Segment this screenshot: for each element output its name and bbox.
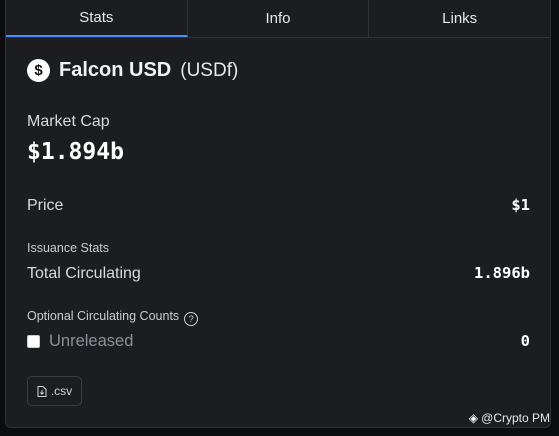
issuance-stats-title: Issuance Stats: [27, 241, 109, 255]
unreleased-row: Unreleased: [27, 332, 133, 351]
asset-name: Falcon USD: [59, 59, 172, 81]
total-circulating-label: Total Circulating: [27, 265, 141, 282]
help-icon[interactable]: ?: [184, 312, 199, 326]
binance-logo-icon: ◈: [468, 411, 479, 425]
market-cap-value: $1.894b: [27, 139, 124, 165]
price-label: Price: [27, 197, 64, 214]
total-circulating-value: 1.896b: [474, 264, 530, 282]
unreleased-checkbox[interactable]: [27, 335, 40, 348]
watermark-text: @Crypto PM: [481, 411, 550, 425]
tab-links[interactable]: Links: [369, 0, 550, 37]
tab-info[interactable]: Info: [188, 0, 370, 37]
file-download-icon: [37, 385, 47, 397]
unreleased-value: 0: [520, 332, 530, 350]
dollar-coin-icon: $: [27, 59, 50, 82]
asset-symbol: (USDf): [180, 59, 239, 81]
tab-bar: Stats Info Links: [6, 0, 550, 38]
optional-circulating-label: Optional Circulating Counts: [27, 309, 180, 323]
stats-panel: Stats Info Links $ Falcon USD (USDf) Mar…: [5, 0, 551, 428]
market-cap-label: Market Cap: [27, 113, 110, 130]
csv-label: .csv: [50, 384, 73, 398]
optional-circulating-title: Optional Circulating Counts?: [27, 309, 199, 326]
asset-header: $ Falcon USD (USDf): [27, 59, 238, 82]
tab-stats[interactable]: Stats: [6, 0, 188, 37]
download-csv-button[interactable]: .csv: [27, 376, 82, 406]
unreleased-label: Unreleased: [49, 332, 134, 350]
watermark: ◈ @Crypto PM: [469, 411, 550, 425]
price-value: $1: [511, 196, 530, 214]
